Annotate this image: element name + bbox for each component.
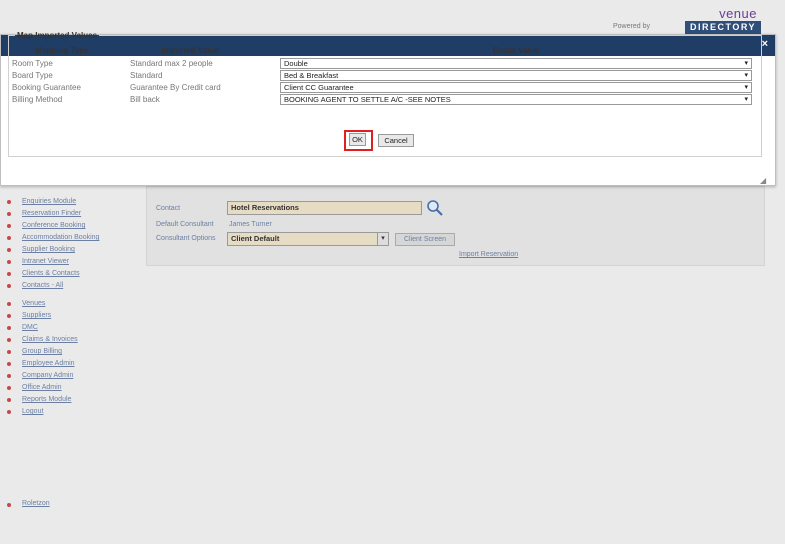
menu-item-reports-module[interactable]: Reports Module xyxy=(7,394,137,406)
reservation-panel: Contact Hotel Reservations Default Consu… xyxy=(146,186,765,266)
mapping-type: Board Type xyxy=(12,71,53,80)
menu-item-dmc[interactable]: DMC xyxy=(7,322,137,334)
menu-item-employee-admin[interactable]: Employee Admin xyxy=(7,358,137,370)
cancel-button[interactable]: Cancel xyxy=(378,134,414,147)
header-imported-value: Imported Value xyxy=(161,46,219,55)
header-gratis-value: Gratis Value xyxy=(492,46,540,55)
default-consultant-value: James Turner xyxy=(229,221,272,228)
consultant-options-label: Consultant Options xyxy=(156,235,216,242)
menu-item-accommodation-booking[interactable]: Accommodation Booking xyxy=(7,232,137,244)
default-consultant-label: Default Consultant xyxy=(156,221,214,228)
contact-label: Contact xyxy=(156,205,181,212)
menu-item-company-admin[interactable]: Company Admin xyxy=(7,370,137,382)
menu-item-group-billing[interactable]: Group Billing xyxy=(7,346,137,358)
chevron-down-icon: ▾ xyxy=(377,233,388,245)
close-icon[interactable]: × xyxy=(762,38,768,50)
menu-item-clients-contacts[interactable]: Clients & Contacts xyxy=(7,268,137,280)
table-header: Mapping Type Imported Value Gratis Value xyxy=(12,46,754,58)
resize-handle-icon[interactable]: ◢ xyxy=(760,176,783,542)
chevron-down-icon: ▾ xyxy=(744,60,748,67)
table-row: Billing Method Bill back BOOKING AGENT T… xyxy=(12,94,754,106)
chevron-down-icon: ▾ xyxy=(744,72,748,79)
search-icon[interactable] xyxy=(425,199,445,217)
table-row: Board Type Standard Bed & Breakfast ▾ xyxy=(12,70,754,82)
gratis-value-select[interactable]: BOOKING AGENT TO SETTLE A/C -SEE NOTES ▾ xyxy=(280,94,752,105)
imported-value: Standard max 2 people xyxy=(130,59,213,68)
menu-item-contacts-all[interactable]: Contacts - All xyxy=(7,280,137,292)
menu-item-bottom[interactable]: Roletzon xyxy=(7,500,50,507)
consultant-options-select[interactable]: Client Default ▾ xyxy=(227,232,389,246)
gratis-value: Client CC Guarantee xyxy=(284,83,354,92)
menu-item-reservation-finder[interactable]: Reservation Finder xyxy=(7,208,137,220)
header-mapping-type: Mapping Type xyxy=(35,46,89,55)
main-menu: Enquiries Module Reservation Finder Conf… xyxy=(7,196,137,418)
import-reservation-link[interactable]: Import Reservation xyxy=(459,251,518,258)
mapping-type: Room Type xyxy=(12,59,53,68)
menu-item-venues[interactable]: Venues xyxy=(7,298,137,310)
menu-item-logout[interactable]: Logout xyxy=(7,406,137,418)
powered-by-text: Powered by xyxy=(613,23,650,30)
imported-value: Guarantee By Credit card xyxy=(130,83,221,92)
brand-logo: Powered by venue DIRECTORY xyxy=(613,6,763,34)
menu-item-claims-invoices[interactable]: Claims & Invoices xyxy=(7,334,137,346)
contact-field[interactable]: Hotel Reservations xyxy=(227,201,422,215)
mapping-type: Billing Method xyxy=(12,95,63,104)
mapping-table: Mapping Type Imported Value Gratis Value… xyxy=(12,46,754,106)
gratis-value: BOOKING AGENT TO SETTLE A/C -SEE NOTES xyxy=(284,95,451,104)
mapping-type: Booking Guarantee xyxy=(12,83,81,92)
menu-item-enquiries[interactable]: Enquiries Module xyxy=(7,196,137,208)
gratis-value-select[interactable]: Client CC Guarantee ▾ xyxy=(280,82,752,93)
table-row: Room Type Standard max 2 people Double ▾ xyxy=(12,58,754,70)
ok-button[interactable]: OK xyxy=(349,133,366,146)
menu-item-supplier-booking[interactable]: Supplier Booking xyxy=(7,244,137,256)
gratis-value: Double xyxy=(284,59,308,68)
imported-value: Bill back xyxy=(130,95,160,104)
gratis-value-select[interactable]: Double ▾ xyxy=(280,58,752,69)
client-screen-button[interactable]: Client Screen xyxy=(395,233,455,246)
gratis-value-select[interactable]: Bed & Breakfast ▾ xyxy=(280,70,752,81)
menu-item-conference-booking[interactable]: Conference Booking xyxy=(7,220,137,232)
menu-item-office-admin[interactable]: Office Admin xyxy=(7,382,137,394)
chevron-down-icon: ▾ xyxy=(744,84,748,91)
table-row: Booking Guarantee Guarantee By Credit ca… xyxy=(12,82,754,94)
gratis-value: Bed & Breakfast xyxy=(284,71,339,80)
chevron-down-icon: ▾ xyxy=(744,96,748,103)
venue-logo-text: venue xyxy=(719,6,757,21)
menu-item-intranet-viewer[interactable]: Intranet Viewer xyxy=(7,256,137,268)
fieldset-legend: Map Imported Values xyxy=(17,31,98,40)
menu-item-suppliers[interactable]: Suppliers xyxy=(7,310,137,322)
imported-value: Standard xyxy=(130,71,163,80)
consultant-options-value: Client Default xyxy=(231,234,280,243)
